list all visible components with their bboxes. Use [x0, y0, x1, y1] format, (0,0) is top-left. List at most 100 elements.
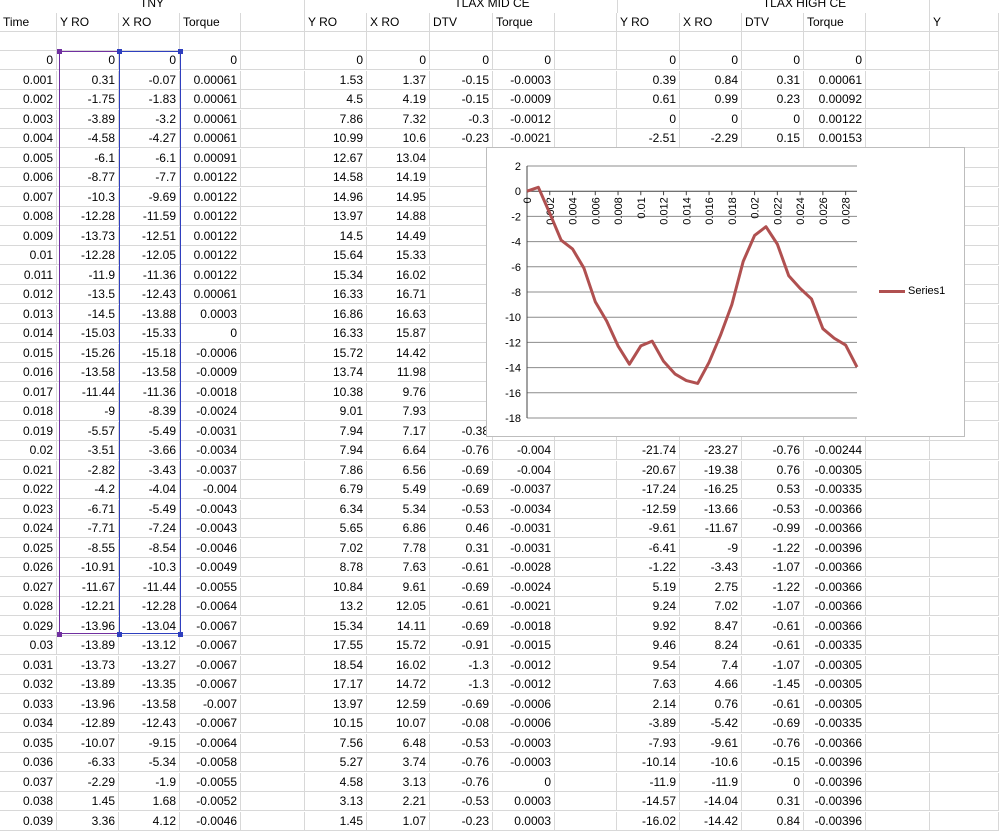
cell[interactable]: -23.27	[680, 441, 742, 460]
cell[interactable]: -1.3	[430, 655, 493, 675]
cell[interactable]: 16.02	[367, 655, 430, 675]
cell[interactable]: 0.00153	[804, 129, 866, 148]
cell[interactable]: 0.033	[0, 694, 57, 714]
cell[interactable]: 0.00122	[180, 226, 241, 246]
cell[interactable]: 0.008	[0, 207, 57, 226]
cell[interactable]: 9.54	[617, 655, 680, 675]
cell[interactable]: 0.001	[0, 70, 57, 90]
cell[interactable]: -0.61	[742, 694, 804, 714]
cell[interactable]: -13.89	[57, 675, 119, 694]
cell[interactable]: -0.0024	[493, 577, 555, 597]
cell[interactable]: -5.49	[119, 421, 180, 441]
cell[interactable]: 3.13	[367, 772, 430, 792]
cell[interactable]: 0.003	[0, 109, 57, 129]
cell[interactable]	[241, 558, 305, 577]
cell[interactable]: 0.009	[0, 226, 57, 246]
cell[interactable]	[804, 32, 866, 51]
cell[interactable]: 8.24	[680, 636, 742, 655]
cell[interactable]: -0.00396	[804, 772, 866, 792]
cell[interactable]: 16.33	[305, 324, 367, 343]
cell[interactable]	[241, 538, 305, 558]
cell[interactable]	[930, 460, 999, 480]
cell[interactable]: 9.61	[367, 577, 430, 597]
cell[interactable]: 5.65	[305, 519, 367, 538]
line-chart[interactable]: 2 0 -2 -4 -6 -8 -10 -12 -14 -16 -18 0 0.002 0.004 0.00…	[486, 147, 965, 437]
cell[interactable]	[555, 70, 617, 90]
cell[interactable]: 0.021	[0, 460, 57, 480]
cell[interactable]: 0.032	[0, 675, 57, 694]
cell[interactable]	[430, 285, 493, 304]
cell[interactable]	[866, 460, 930, 480]
cell[interactable]: -0.69	[430, 694, 493, 714]
cell[interactable]: -0.00335	[804, 714, 866, 733]
cell[interactable]: -13.12	[119, 636, 180, 655]
cell[interactable]	[930, 636, 999, 655]
cell[interactable]: 7.63	[617, 675, 680, 694]
cell[interactable]: -0.76	[430, 753, 493, 772]
cell[interactable]: Torque	[180, 13, 241, 32]
cell[interactable]: 0.53	[742, 480, 804, 499]
cell[interactable]: 10.38	[305, 382, 367, 402]
cell[interactable]: 0.31	[57, 70, 119, 90]
cell[interactable]: 0.025	[0, 538, 57, 558]
cell[interactable]: -0.0034	[180, 441, 241, 460]
cell[interactable]: 0	[180, 324, 241, 343]
cell[interactable]: -0.004	[493, 441, 555, 460]
cell[interactable]: 13.74	[305, 363, 367, 382]
cell[interactable]: -0.0043	[180, 519, 241, 538]
cell[interactable]: -0.0028	[493, 558, 555, 577]
cell[interactable]: -2.82	[57, 460, 119, 480]
cell[interactable]	[241, 207, 305, 226]
cell[interactable]: 16.33	[305, 285, 367, 304]
cell[interactable]: 0.038	[0, 792, 57, 811]
cell[interactable]: -5.42	[680, 714, 742, 733]
cell[interactable]	[241, 70, 305, 90]
cell[interactable]	[866, 480, 930, 499]
cell[interactable]	[241, 51, 305, 70]
cell[interactable]: -14.5	[57, 304, 119, 324]
cell[interactable]: 13.97	[305, 694, 367, 714]
cell[interactable]: 0.31	[742, 792, 804, 811]
cell[interactable]: 0.007	[0, 187, 57, 207]
cell[interactable]	[555, 90, 617, 109]
cell[interactable]: -10.07	[57, 733, 119, 753]
selection-handle[interactable]	[117, 632, 122, 637]
cell[interactable]: 0.00122	[180, 265, 241, 285]
cell[interactable]: Y RO	[57, 13, 119, 32]
cell[interactable]: -0.0031	[180, 421, 241, 441]
cell[interactable]: -11.44	[119, 577, 180, 597]
cell[interactable]: -7.24	[119, 519, 180, 538]
cell[interactable]: -0.69	[430, 460, 493, 480]
cell[interactable]: -0.38	[430, 421, 493, 441]
cell[interactable]: 10.84	[305, 577, 367, 597]
cell[interactable]: -13.89	[57, 636, 119, 655]
cell[interactable]: 0.46	[430, 519, 493, 538]
cell[interactable]: -0.0003	[493, 70, 555, 90]
cell[interactable]	[555, 51, 617, 70]
cell[interactable]: 12.59	[367, 694, 430, 714]
cell[interactable]	[866, 70, 930, 90]
cell[interactable]: -0.0037	[493, 480, 555, 499]
cell[interactable]: -11.67	[680, 519, 742, 538]
cell[interactable]: -9.61	[680, 733, 742, 753]
cell[interactable]	[57, 32, 119, 51]
cell[interactable]: -12.21	[57, 597, 119, 616]
cell[interactable]: 7.4	[680, 655, 742, 675]
cell[interactable]: -8.54	[119, 538, 180, 558]
cell[interactable]: 13.04	[367, 148, 430, 168]
cell[interactable]	[866, 51, 930, 70]
cell[interactable]: 0.23	[742, 90, 804, 109]
cell[interactable]	[430, 187, 493, 207]
cell[interactable]: -0.00244	[804, 441, 866, 460]
cell[interactable]	[930, 714, 999, 733]
cell[interactable]: -17.24	[617, 480, 680, 499]
cell[interactable]: -0.69	[742, 714, 804, 733]
cell[interactable]: -0.00305	[804, 655, 866, 675]
cell[interactable]: 10.07	[367, 714, 430, 733]
cell[interactable]	[241, 519, 305, 538]
cell[interactable]: -0.69	[430, 577, 493, 597]
cell[interactable]: -0.00366	[804, 597, 866, 616]
cell[interactable]	[367, 32, 430, 51]
cell[interactable]: 0	[742, 772, 804, 792]
cell[interactable]: 0.00122	[180, 246, 241, 265]
